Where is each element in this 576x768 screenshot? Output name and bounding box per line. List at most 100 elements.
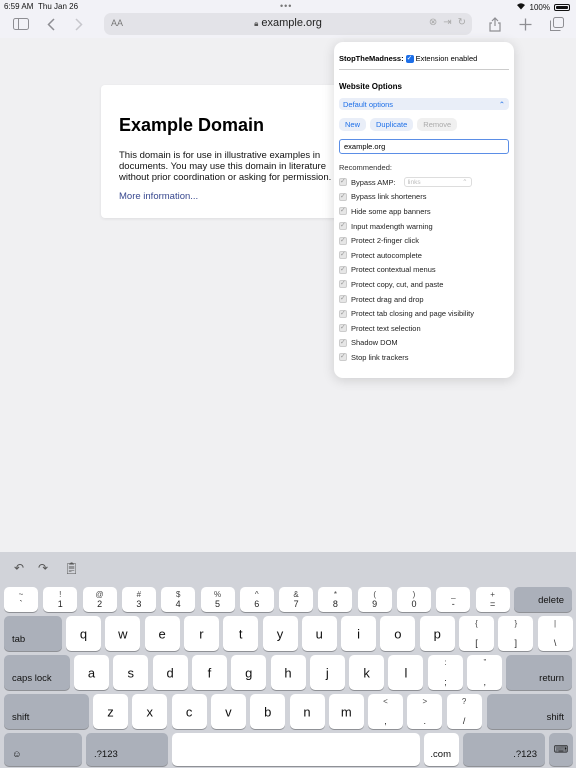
option-checkbox[interactable] bbox=[339, 192, 347, 201]
space-key[interactable] bbox=[172, 733, 420, 766]
option-checkbox[interactable] bbox=[339, 338, 347, 347]
number-key[interactable]: & 7 bbox=[279, 587, 314, 612]
option-row[interactable]: Stop link trackers bbox=[339, 350, 509, 365]
number-key[interactable]: * 8 bbox=[318, 587, 353, 612]
number-key[interactable]: ~ ` bbox=[4, 587, 38, 612]
option-checkbox[interactable] bbox=[339, 279, 347, 289]
letter-key[interactable]: c bbox=[171, 694, 207, 729]
letter-key[interactable]: n bbox=[289, 694, 325, 729]
option-row[interactable]: Protect 2-finger click bbox=[339, 233, 509, 248]
numbers-key[interactable]: .?123 bbox=[86, 733, 168, 766]
address-bar[interactable]: AA 🔒︎ example.org ⊗ ⇥ ↻ bbox=[104, 13, 472, 35]
delete-key[interactable]: delete bbox=[514, 587, 572, 612]
option-checkbox[interactable] bbox=[339, 352, 347, 362]
sidebar-icon[interactable] bbox=[12, 15, 30, 33]
letter-key[interactable]: e bbox=[144, 616, 180, 651]
option-checkbox[interactable] bbox=[339, 265, 347, 274]
option-row[interactable]: Protect tab closing and page visibility bbox=[339, 306, 509, 321]
option-row[interactable]: Protect copy, cut, and paste bbox=[339, 277, 509, 292]
option-row[interactable]: Hide some app banners bbox=[339, 204, 509, 219]
number-key[interactable]: ! 1 bbox=[43, 587, 78, 612]
letter-key[interactable]: w bbox=[105, 616, 141, 651]
letter-key[interactable]: m bbox=[328, 694, 364, 729]
return-key[interactable]: return bbox=[506, 655, 572, 690]
left-shift-key[interactable]: shift bbox=[4, 694, 89, 729]
number-key[interactable]: ^ 6 bbox=[239, 587, 274, 612]
number-key[interactable]: #3 bbox=[121, 587, 156, 612]
letter-key[interactable]: u bbox=[301, 616, 337, 651]
options-select[interactable]: Default options ⌃ bbox=[339, 98, 509, 110]
undo-icon[interactable]: ↶ bbox=[14, 561, 24, 575]
option-checkbox[interactable] bbox=[339, 221, 347, 231]
new-tab-icon[interactable] bbox=[516, 15, 534, 33]
letter-key[interactable]: q bbox=[66, 616, 101, 651]
symbol-key[interactable]: ? / bbox=[446, 694, 482, 729]
duplicate-button[interactable]: Duplicate bbox=[370, 118, 414, 131]
option-checkbox[interactable] bbox=[339, 206, 347, 216]
option-row[interactable]: Bypass AMP: links ⌃ bbox=[339, 175, 509, 190]
right-shift-key[interactable]: shift bbox=[487, 694, 572, 729]
letter-key[interactable]: l bbox=[388, 655, 424, 690]
number-key[interactable]: _ - bbox=[436, 587, 471, 612]
option-row[interactable]: Shadow DOM bbox=[339, 336, 509, 351]
option-checkbox[interactable] bbox=[339, 309, 347, 318]
dot-com-key[interactable]: .com bbox=[424, 733, 459, 766]
letter-key[interactable]: p bbox=[419, 616, 455, 651]
letter-key[interactable]: d bbox=[152, 655, 188, 690]
amp-links-select[interactable]: links ⌃ bbox=[403, 177, 472, 188]
letter-key[interactable]: z bbox=[93, 694, 128, 729]
letter-key[interactable]: s bbox=[113, 655, 149, 690]
option-checkbox[interactable] bbox=[339, 236, 347, 245]
symbol-key[interactable]: ”, bbox=[467, 655, 503, 690]
url-display[interactable]: 🔒︎ example.org bbox=[104, 17, 472, 29]
caps-lock-key[interactable]: caps lock bbox=[4, 655, 70, 690]
option-checkbox[interactable] bbox=[339, 323, 347, 333]
letter-key[interactable]: k bbox=[349, 655, 385, 690]
symbol-key[interactable]: | \ bbox=[537, 616, 573, 651]
option-checkbox[interactable] bbox=[339, 177, 347, 187]
letter-key[interactable]: g bbox=[231, 655, 267, 690]
letter-key[interactable]: o bbox=[380, 616, 416, 651]
redo-icon[interactable]: ↷ bbox=[38, 561, 48, 575]
extension-icon-2[interactable]: ⇥ bbox=[443, 17, 451, 28]
option-checkbox[interactable] bbox=[339, 294, 347, 304]
symbol-key[interactable]: {[ bbox=[459, 616, 494, 651]
letter-key[interactable]: t bbox=[223, 616, 259, 651]
back-icon[interactable] bbox=[44, 15, 58, 33]
hide-keyboard-key[interactable]: ⌨ bbox=[549, 733, 573, 766]
letter-key[interactable]: v bbox=[210, 694, 246, 729]
new-button[interactable]: New bbox=[339, 118, 367, 131]
number-key[interactable]: + = bbox=[475, 587, 510, 612]
option-row[interactable]: Protect text selection bbox=[339, 321, 509, 336]
letter-key[interactable]: a bbox=[74, 655, 109, 690]
symbol-key[interactable]: >. bbox=[407, 694, 443, 729]
numbers-key-right[interactable]: .?123 bbox=[463, 733, 545, 766]
option-row[interactable]: Protect drag and drop bbox=[339, 292, 509, 307]
share-icon[interactable] bbox=[486, 15, 504, 33]
letter-key[interactable]: y bbox=[262, 616, 298, 651]
forward-icon[interactable] bbox=[72, 15, 86, 33]
option-row[interactable]: Protect autocomplete bbox=[339, 248, 509, 263]
number-key[interactable]: @2 bbox=[82, 587, 117, 612]
number-key[interactable]: (9 bbox=[357, 587, 392, 612]
option-row[interactable]: Protect contextual menus bbox=[339, 263, 509, 278]
symbol-key[interactable]: <, bbox=[368, 694, 403, 729]
letter-key[interactable]: b bbox=[250, 694, 286, 729]
letter-key[interactable]: x bbox=[132, 694, 168, 729]
domain-field[interactable] bbox=[339, 139, 509, 154]
letter-key[interactable]: h bbox=[270, 655, 306, 690]
letter-key[interactable]: j bbox=[309, 655, 345, 690]
symbol-key[interactable]: }] bbox=[498, 616, 534, 651]
option-row[interactable]: Bypass link shorteners bbox=[339, 190, 509, 205]
number-key[interactable]: $4 bbox=[161, 587, 196, 612]
extension-enabled-checkbox[interactable] bbox=[405, 54, 414, 63]
emoji-key[interactable]: ☺ bbox=[4, 733, 82, 766]
tabs-overview-icon[interactable] bbox=[548, 15, 566, 33]
letter-key[interactable]: f bbox=[191, 655, 227, 690]
number-key[interactable]: ) 0 bbox=[397, 587, 431, 612]
number-key[interactable]: % 5 bbox=[200, 587, 235, 612]
reload-icon[interactable]: ↻ bbox=[458, 17, 466, 28]
multitasking-dots-icon[interactable]: ••• bbox=[280, 1, 292, 11]
letter-key[interactable]: i bbox=[341, 616, 377, 651]
extension-icon[interactable]: ⊗ bbox=[429, 17, 437, 28]
